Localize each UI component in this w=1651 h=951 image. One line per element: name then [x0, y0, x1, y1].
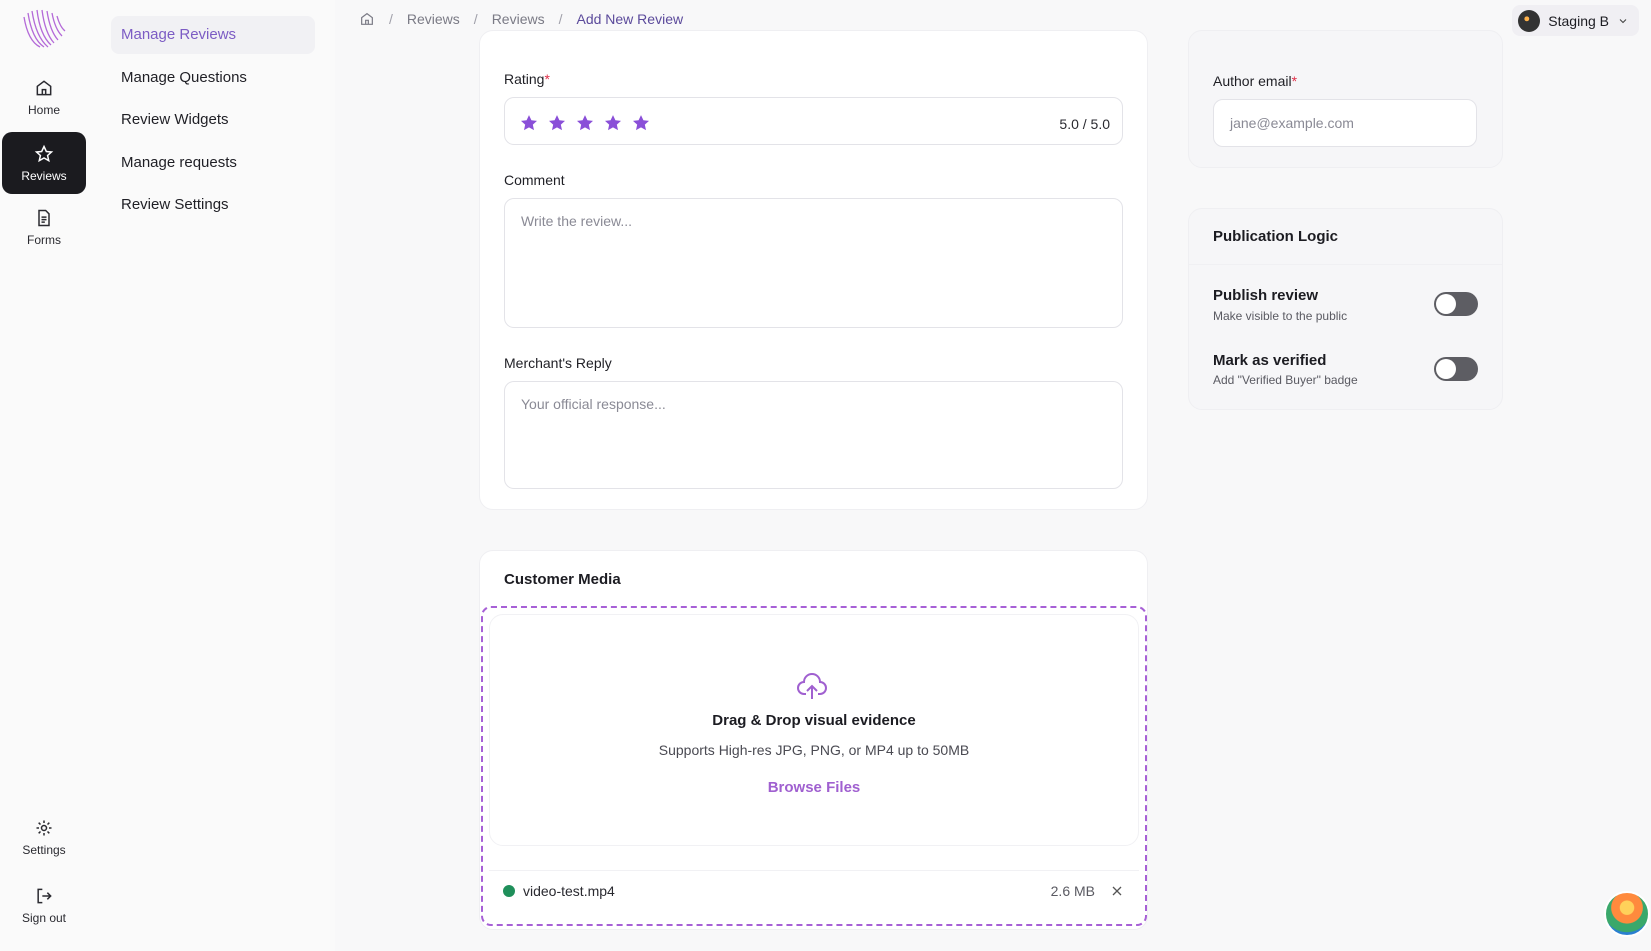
- publish-title: Publish review: [1213, 287, 1319, 304]
- author-email-label: Author email*: [1213, 73, 1298, 89]
- org-avatar: [1518, 9, 1541, 32]
- publish-subtitle: Make visible to the public: [1213, 309, 1348, 323]
- divider: [1189, 264, 1502, 265]
- brand-logo[interactable]: [18, 7, 70, 51]
- browse-files-link[interactable]: Browse Files: [490, 779, 1138, 796]
- file-size: 2.6 MB: [1050, 882, 1095, 899]
- subnav-item-review-settings[interactable]: Review Settings: [111, 186, 315, 224]
- rail-item-sign-out[interactable]: Sign out: [2, 874, 86, 936]
- rail-label: Settings: [22, 842, 66, 857]
- dropzone-title: Drag & Drop visual evidence: [712, 712, 916, 729]
- rail-item-home[interactable]: Home: [2, 66, 86, 128]
- author-email-input[interactable]: jane@example.com: [1213, 99, 1477, 147]
- rating-stars: [519, 113, 651, 133]
- star-icon[interactable]: [547, 113, 567, 133]
- rail-label: Home: [27, 102, 60, 117]
- rail-item-reviews[interactable]: Reviews: [2, 132, 86, 194]
- breadcrumb-separator: /: [558, 11, 563, 27]
- dropzone-subtitle: Supports High-res JPG, PNG, or MP4 up to…: [658, 742, 970, 758]
- home-icon: [36, 79, 52, 95]
- chevron-down-icon: [1619, 18, 1627, 23]
- reply-textarea[interactable]: Your official response...: [504, 381, 1123, 489]
- floating-avatar-button[interactable]: [1604, 891, 1650, 937]
- dropzone-panel: Drag & Drop visual evidence Supports Hig…: [489, 614, 1139, 846]
- verified-toggle[interactable]: [1434, 357, 1478, 381]
- star-icon[interactable]: [603, 113, 623, 133]
- remove-file-icon[interactable]: [1109, 883, 1125, 899]
- star-icon[interactable]: [519, 113, 539, 133]
- star-icon[interactable]: [631, 113, 651, 133]
- sign-out-icon: [37, 888, 52, 903]
- home-icon[interactable]: [359, 11, 375, 27]
- customer-media-title: Customer Media: [504, 571, 621, 588]
- media-dropzone[interactable]: Drag & Drop visual evidence Supports Hig…: [481, 606, 1147, 926]
- org-name: Staging B: [1548, 12, 1609, 29]
- breadcrumb-separator: /: [389, 11, 393, 27]
- reply-label: Merchant's Reply: [504, 355, 612, 371]
- rail-label: Forms: [27, 232, 61, 247]
- rail-label: Reviews: [21, 168, 67, 183]
- rail-item-settings[interactable]: Settings: [2, 806, 86, 868]
- verified-title: Mark as verified: [1213, 352, 1327, 369]
- verified-subtitle: Add "Verified Buyer" badge: [1213, 373, 1358, 387]
- cloud-upload-icon: [797, 673, 827, 699]
- star-icon[interactable]: [575, 113, 595, 133]
- comment-placeholder: Write the review...: [521, 213, 633, 229]
- breadcrumb-current: Add New Review: [576, 11, 684, 27]
- publication-title: Publication Logic: [1213, 228, 1339, 245]
- customer-media-card: Customer Media Drag & Drop visual eviden…: [479, 550, 1148, 930]
- breadcrumb-separator: /: [473, 11, 478, 27]
- org-switcher[interactable]: Staging B: [1512, 5, 1639, 36]
- breadcrumb-item[interactable]: Reviews: [407, 11, 460, 27]
- subnav-item-manage-reviews[interactable]: Manage Reviews: [111, 16, 315, 54]
- rating-field: 5.0 / 5.0: [504, 97, 1123, 145]
- author-email-placeholder: jane@example.com: [1230, 115, 1354, 131]
- review-form-card: Rating* 5.0 / 5.0 Comment Write the revi…: [479, 30, 1148, 510]
- breadcrumb: / Reviews / Reviews / Add New Review: [359, 11, 683, 27]
- comment-textarea[interactable]: Write the review...: [504, 198, 1123, 328]
- upload-status-dot: [503, 884, 515, 897]
- rating-value: 5.0 / 5.0: [1059, 116, 1110, 132]
- breadcrumb-item[interactable]: Reviews: [492, 11, 545, 27]
- rating-label: Rating*: [504, 71, 550, 87]
- comment-label: Comment: [504, 172, 565, 188]
- author-card: Author email* jane@example.com: [1188, 30, 1503, 168]
- file-name: video-test.mp4: [523, 882, 615, 899]
- reply-placeholder: Your official response...: [521, 396, 666, 412]
- subnav-item-manage-requests[interactable]: Manage requests: [111, 144, 315, 182]
- uploaded-file-row: video-test.mp4 2.6 MB: [489, 870, 1139, 910]
- sub-navigation: Manage Reviews Manage Questions Review W…: [88, 0, 335, 951]
- subnav-item-manage-questions[interactable]: Manage Questions: [111, 59, 315, 97]
- gear-icon: [36, 820, 52, 835]
- rail-label: Sign out: [21, 910, 67, 925]
- rail-item-forms[interactable]: Forms: [2, 196, 86, 258]
- star-icon: [34, 144, 54, 162]
- subnav-item-review-widgets[interactable]: Review Widgets: [111, 101, 315, 139]
- icon-rail: Home Reviews Forms Settings Sign out: [0, 0, 88, 951]
- publication-card: Publication Logic Publish review Make vi…: [1188, 208, 1503, 410]
- publish-toggle[interactable]: [1434, 292, 1478, 316]
- document-icon: [38, 209, 50, 226]
